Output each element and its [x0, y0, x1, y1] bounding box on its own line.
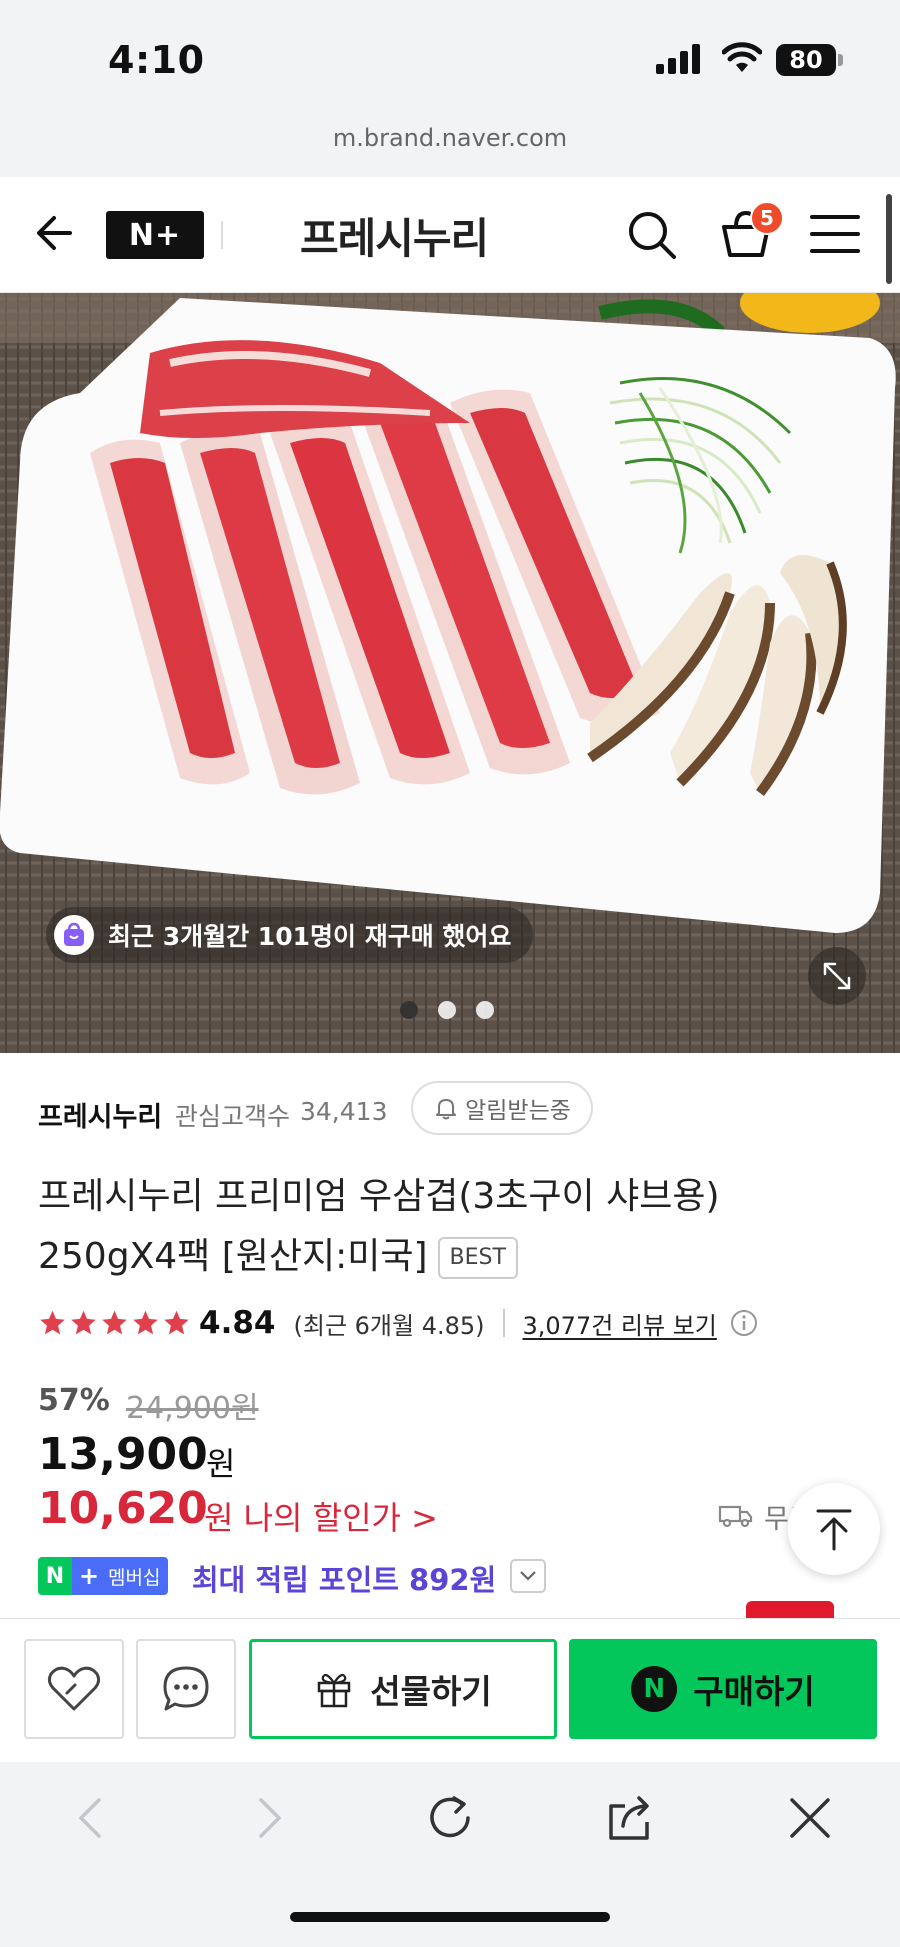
scroll-indicator: [886, 194, 892, 284]
sale-price-unit: 원: [206, 1445, 236, 1483]
carousel-dot[interactable]: [438, 1001, 456, 1019]
battery-indicator: 80: [776, 44, 836, 76]
url-bar[interactable]: m.brand.naver.com: [0, 124, 900, 152]
share-button[interactable]: [600, 1788, 660, 1848]
shopping-bag-icon: [54, 915, 94, 955]
repurchase-pill: 최근 3개월간 101명이 재구매 했어요: [46, 907, 534, 963]
my-discount-label[interactable]: 원 나의 할인가 >: [204, 1493, 438, 1539]
info-icon[interactable]: [729, 1308, 759, 1338]
gift-icon: [318, 1673, 351, 1708]
cart-count-badge: 5: [750, 201, 784, 235]
membership-n: N: [38, 1557, 72, 1595]
reload-button[interactable]: [420, 1788, 480, 1848]
browser-forward-button[interactable]: [240, 1788, 300, 1848]
browser-back-button[interactable]: [60, 1788, 120, 1848]
bell-icon: [436, 1099, 457, 1120]
my-discount-price[interactable]: 10,620: [38, 1483, 208, 1534]
discount-rate: 57%: [38, 1383, 110, 1418]
home-indicator: [290, 1912, 610, 1922]
rating-recent: (최근 6개월 4.85): [293, 1311, 485, 1340]
membership-plus: +: [72, 1557, 106, 1595]
close-icon: [790, 1798, 830, 1838]
buy-label: 구매하기: [693, 1672, 815, 1711]
back-arrow-icon[interactable]: [30, 207, 82, 259]
review-link[interactable]: 3,077건 리뷰 보기: [523, 1306, 717, 1341]
expand-icon: [823, 962, 851, 990]
chevron-right-icon: [259, 1798, 282, 1838]
talk-button[interactable]: [136, 1639, 236, 1739]
chat-bubble-icon: [163, 1666, 209, 1711]
notify-button[interactable]: 알림받는중: [411, 1081, 593, 1135]
star-icon: [40, 1310, 65, 1335]
store-logo[interactable]: 프레시누리: [300, 205, 489, 266]
close-tab-button[interactable]: [780, 1788, 840, 1848]
product-title: 프레시누리 프리미엄 우삼겹(3초구이 샤브용) 250gX4팩 [원산지:미국…: [38, 1167, 838, 1287]
status-bar: 4:10 80 m.brand.naver.com: [0, 0, 900, 152]
truck-icon: [718, 1505, 753, 1528]
store-name[interactable]: 프레시누리: [38, 1095, 162, 1134]
carousel-dot[interactable]: [400, 1001, 418, 1019]
rating-value: 4.84: [199, 1305, 276, 1341]
rating-divider: [502, 1309, 505, 1337]
original-price: 24,900원: [126, 1391, 259, 1426]
notify-label: 알림받는중: [465, 1098, 571, 1124]
max-points-text: 최대 적립 포인트 892원: [192, 1563, 497, 1597]
membership-label: 멤버십: [106, 1557, 169, 1595]
expand-image-button[interactable]: [808, 947, 866, 1005]
product-info: 프레시누리 관심고객수 34,413 알림받는중 프레시누리 프리미엄 우삼겹(…: [0, 1053, 900, 1621]
battery-cap: [838, 54, 843, 66]
carousel-dot[interactable]: [476, 1001, 494, 1019]
signal-icon: [656, 44, 700, 74]
star-icon: [71, 1310, 96, 1335]
search-icon[interactable]: [624, 207, 680, 263]
browser-toolbar: [0, 1762, 900, 1947]
arrow-up-icon: [816, 1509, 852, 1551]
star-icon: [102, 1310, 127, 1335]
share-icon: [609, 1796, 649, 1840]
store-header: N+ 프레시누리 5: [0, 177, 900, 293]
product-image-carousel[interactable]: 최근 3개월간 101명이 재구매 했어요: [0, 293, 900, 1053]
naver-pay-icon: N: [631, 1666, 678, 1712]
wifi-icon: [722, 42, 762, 72]
header-divider: [221, 221, 223, 249]
follower-count: 34,413: [300, 1097, 388, 1126]
gift-label: 선물하기: [370, 1672, 492, 1711]
star-icon: [164, 1310, 189, 1335]
status-time: 4:10: [108, 38, 205, 82]
chevron-left-icon: [78, 1798, 101, 1838]
buy-button[interactable]: N 구매하기: [569, 1639, 877, 1739]
points-dropdown-toggle[interactable]: [510, 1559, 546, 1593]
menu-icon[interactable]: [808, 209, 862, 259]
naver-plus-logo[interactable]: N+: [106, 211, 204, 259]
scroll-to-top-button[interactable]: [788, 1483, 880, 1575]
repurchase-text: 최근 3개월간 101명이 재구매 했어요: [108, 922, 512, 951]
reload-icon: [430, 1796, 470, 1838]
gift-button[interactable]: 선물하기: [249, 1639, 557, 1739]
heart-icon: [47, 1666, 101, 1711]
star-rating: [38, 1309, 191, 1337]
rating-row: 4.84 (최근 6개월 4.85) 3,077건 리뷰 보기: [38, 1303, 759, 1343]
best-badge: BEST: [437, 1237, 518, 1279]
product-title-text: 프레시누리 프리미엄 우삼겹(3초구이 샤브용) 250gX4팩 [원산지:미국…: [38, 1176, 720, 1277]
follower-label: 관심고객수: [175, 1102, 291, 1131]
membership-badge: N + 멤버십: [38, 1557, 169, 1595]
purchase-action-bar: 선물하기 N 구매하기: [0, 1618, 900, 1762]
chevron-down-icon: [520, 1571, 536, 1581]
star-icon: [133, 1310, 158, 1335]
carousel-dots: [400, 1001, 494, 1019]
sale-price: 13,900: [38, 1429, 208, 1480]
wishlist-button[interactable]: [24, 1639, 124, 1739]
